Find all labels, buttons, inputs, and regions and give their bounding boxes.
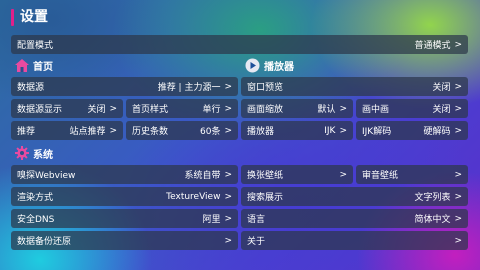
player-type-label: 播放器 [247,127,275,137]
player-section-header: 播放器 [245,57,294,73]
player-type-value: IJK [324,125,336,136]
datasource-label: 数据源 [17,83,45,93]
gear-icon [15,146,29,160]
wallpaper-label: 换张壁纸 [247,171,284,181]
chevron-right-icon: > [109,125,117,136]
chevron-right-icon: > [454,103,462,114]
home-icon [15,58,29,72]
language-value: 简体中文 [414,215,451,225]
home-style-label: 首页样式 [132,105,169,115]
home-style-row[interactable]: 首页样式 单行 > [126,99,238,118]
picture-scale-row[interactable]: 画面缩放 默认 > [241,99,353,118]
home-section-title: 首页 [33,61,53,73]
system-section-header: 系统 [15,145,53,161]
page-title: 设置 [20,9,48,25]
system-section-title: 系统 [33,149,53,161]
about-label: 关于 [247,237,266,247]
chevron-right-icon: > [224,191,232,202]
datasource-row[interactable]: 数据源 推荐 | 主力源一 > [11,77,238,96]
webview-row[interactable]: 嗅探Webview 系统自带 > [11,165,238,184]
secure-dns-row[interactable]: 安全DNS 阿里 > [11,209,238,228]
chevron-right-icon: > [109,103,117,114]
picture-scale-label: 画面缩放 [247,105,284,115]
history-count-value: 60条 [200,127,221,137]
webview-value: 系统自带 [184,171,221,181]
player-section-title: 播放器 [264,61,294,73]
window-preview-row[interactable]: 窗口预览 关闭 > [241,77,468,96]
search-display-row[interactable]: 搜索展示 文字列表 > [241,187,468,206]
ijk-decode-label: IJK解码 [362,127,392,137]
chevron-right-icon: > [339,103,347,114]
play-wallpaper-row[interactable]: 审音壁纸 > [356,165,468,184]
history-count-row[interactable]: 历史条数 60条 > [126,121,238,140]
search-display-label: 搜索展示 [247,193,284,203]
pip-label: 画中画 [362,105,390,115]
recommend-label: 推荐 [17,127,36,137]
ijk-decode-row[interactable]: IJK解码 硬解码 > [356,121,468,140]
play-icon [245,58,260,72]
pip-value: 关闭 [432,105,451,115]
player-type-row[interactable]: 播放器 IJK > [241,121,353,140]
window-preview-label: 窗口预览 [247,83,284,93]
recommend-value: 站点推荐 [69,127,106,137]
config-mode-value: 普通模式 [414,41,451,51]
datasource-display-label: 数据源显示 [17,105,63,115]
chevron-right-icon: > [454,213,462,224]
render-mode-value: TextureView [166,191,221,202]
chevron-right-icon: > [224,81,232,92]
chevron-right-icon: > [224,213,232,224]
secure-dns-label: 安全DNS [17,215,55,225]
chevron-right-icon: > [454,39,462,50]
wallpaper-row[interactable]: 换张壁纸 > [241,165,353,184]
window-preview-value: 关闭 [432,83,451,93]
render-mode-row[interactable]: 渲染方式 TextureView > [11,187,238,206]
chevron-right-icon: > [454,169,462,180]
home-section-header: 首页 [15,57,53,73]
secure-dns-value: 阿里 [202,215,221,225]
about-row[interactable]: 关于 > [241,231,468,250]
backup-restore-label: 数据备份还原 [17,237,72,247]
datasource-value: 推荐 | 主力源一 [157,83,221,93]
language-label: 语言 [247,215,266,225]
config-mode-row[interactable]: 配置模式 普通模式 > [11,35,468,54]
render-mode-label: 渲染方式 [17,193,54,203]
play-wallpaper-label: 审音壁纸 [362,171,399,181]
backup-restore-row[interactable]: 数据备份还原 > [11,231,238,250]
webview-label: 嗅探Webview [17,171,76,181]
chevron-right-icon: > [454,191,462,202]
picture-scale-value: 默认 [317,105,336,115]
chevron-right-icon: > [339,125,347,136]
chevron-right-icon: > [454,125,462,136]
chevron-right-icon: > [224,125,232,136]
pip-row[interactable]: 画中画 关闭 > [356,99,468,118]
chevron-right-icon: > [224,235,232,246]
chevron-right-icon: > [454,235,462,246]
recommend-row[interactable]: 推荐 站点推荐 > [11,121,123,140]
ijk-decode-value: 硬解码 [423,127,451,137]
config-mode-label: 配置模式 [17,41,54,51]
chevron-right-icon: > [224,169,232,180]
datasource-display-value: 关闭 [87,105,106,115]
chevron-right-icon: > [224,103,232,114]
history-count-label: 历史条数 [132,127,169,137]
datasource-display-row[interactable]: 数据源显示 关闭 > [11,99,123,118]
search-display-value: 文字列表 [414,193,451,203]
home-style-value: 单行 [202,105,221,115]
language-row[interactable]: 语言 简体中文 > [241,209,468,228]
chevron-right-icon: > [339,169,347,180]
chevron-right-icon: > [454,81,462,92]
title-accent-bar [11,9,14,26]
